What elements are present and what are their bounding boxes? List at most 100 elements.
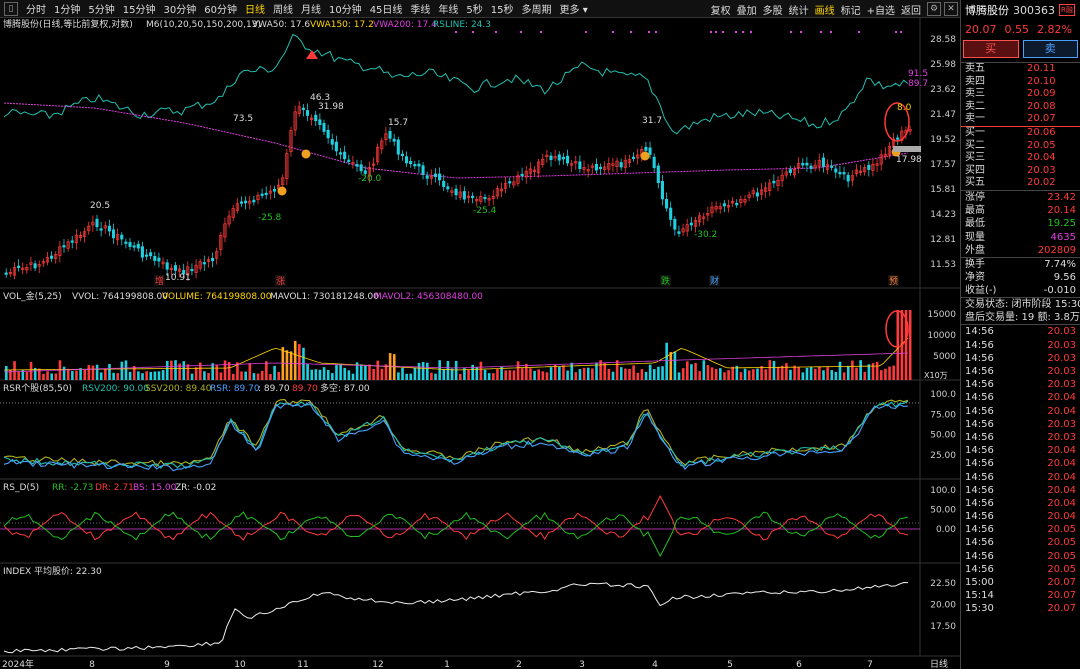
period-tab[interactable]: 1分钟 [50, 1, 84, 16]
candle [561, 156, 565, 160]
ask-row[interactable]: 卖五 20.11 [961, 63, 1080, 76]
volume-bar [71, 371, 74, 380]
tick-time: 14:56 [965, 458, 994, 470]
toolbar-action[interactable]: 画线 [812, 2, 838, 17]
ask-row[interactable]: 卖四 20.10 [961, 76, 1080, 89]
period-tab[interactable]: 30分钟 [159, 1, 200, 16]
stat-label: 净资 [965, 272, 985, 284]
candle [173, 265, 177, 271]
price-change: 0.55 [1004, 22, 1030, 36]
period-tab[interactable]: 日线 [241, 1, 269, 16]
candle [755, 192, 759, 197]
toolbar-action[interactable]: +自选 [864, 2, 898, 17]
price-annotation: 8.0 [897, 103, 912, 113]
period-tab[interactable]: 季线 [406, 1, 434, 16]
bid-row[interactable]: 买五 20.02 [961, 177, 1080, 190]
toolbar-action[interactable]: 复权 [708, 2, 734, 17]
period-tab[interactable]: 15秒 [487, 1, 518, 16]
volume-bar [496, 368, 499, 380]
period-tab[interactable]: 分时 [22, 1, 50, 16]
volume-bar [591, 368, 594, 380]
close-icon[interactable]: ✕ [944, 2, 958, 16]
stat-label: 最高 [965, 205, 985, 217]
volume-bar [529, 368, 532, 380]
volume-bar [149, 371, 153, 380]
bid-row[interactable]: 买四 20.03 [961, 165, 1080, 178]
period-tab[interactable]: 15分钟 [119, 1, 160, 16]
toolbar-action[interactable]: 叠加 [734, 2, 760, 17]
margin-flag: R融 [1059, 4, 1075, 16]
candle [239, 201, 244, 204]
stat-label: 涨停 [965, 191, 985, 203]
period-tab[interactable]: 10分钟 [325, 1, 366, 16]
bid-row[interactable]: 买一 20.06 [961, 127, 1080, 140]
tick-row: 14:56 20.04 [961, 484, 1080, 497]
volume-bar [397, 372, 400, 380]
period-tab[interactable]: 更多 ▾ [556, 1, 592, 16]
ask-row[interactable]: 卖二 20.08 [961, 101, 1080, 114]
tick-list[interactable]: 14:56 20.03 14:56 20.03 14:56 20.03 14:56 20.03… [961, 325, 1080, 615]
period-tab[interactable]: 年线 [434, 1, 462, 16]
volume-bar [75, 370, 78, 380]
trade-status: 交易状态: 闭市阶段 15:30 [965, 299, 1080, 311]
period-tab[interactable]: 5分钟 [84, 1, 118, 16]
tick-row: 14:56 20.04 [961, 444, 1080, 457]
stat-row: 外盘 202809 [961, 244, 1080, 257]
period-tab[interactable]: 周线 [269, 1, 297, 16]
settings-icon[interactable]: ⚙ [927, 2, 941, 16]
volume-bar [331, 373, 334, 380]
volume-bar [768, 360, 772, 380]
tick-time: 14:56 [965, 511, 994, 523]
period-tab[interactable]: 多周期 [518, 1, 556, 16]
tick-row: 14:56 20.03 [961, 431, 1080, 444]
period-tab[interactable]: 45日线 [366, 1, 407, 16]
tick-row: 14:56 20.05 [961, 563, 1080, 576]
volume-bar [727, 370, 730, 380]
period-tab[interactable]: 5秒 [462, 1, 486, 16]
volume-bar [252, 373, 256, 380]
volume-bar [421, 361, 425, 380]
tick-time: 15:14 [965, 590, 994, 602]
candle [396, 139, 400, 155]
volume-bar [619, 367, 623, 380]
buy-button[interactable]: 买 [963, 40, 1019, 58]
volume-bar [364, 365, 367, 380]
price-annotation: -20.0 [358, 174, 382, 184]
y-tick-label: 22.50 [930, 579, 956, 589]
candle [652, 156, 656, 169]
price-change-pct: 2.82% [1037, 22, 1072, 36]
y-tick-label: 25.98 [930, 60, 956, 70]
bid-label: 买一 [965, 126, 985, 138]
stat-value: 20.14 [1047, 205, 1076, 217]
volume-bar [219, 372, 223, 380]
rsline-series [3, 33, 909, 135]
sell-button[interactable]: 卖 [1022, 40, 1078, 58]
tick-price: 20.04 [1047, 458, 1076, 470]
bid-price: 20.04 [1027, 152, 1056, 164]
stat-row: 换手 7.74% [961, 258, 1080, 271]
ask-row[interactable]: 卖一 20.07 [961, 113, 1080, 126]
toolbar-action[interactable]: 返回 [898, 2, 924, 17]
toolbar-action[interactable]: 标记 [838, 2, 864, 17]
price-annotation: 10.91 [165, 273, 191, 283]
volume-bar [586, 367, 590, 380]
bid-row[interactable]: 买二 20.05 [961, 140, 1080, 153]
toolbar-action[interactable]: 多股 [760, 2, 786, 17]
volume-bar [855, 367, 858, 380]
menu-icon[interactable]: ▯ [4, 1, 18, 16]
volume-bar [652, 369, 656, 380]
y-tick-label: 17.57 [930, 160, 956, 170]
signal-marker-icon [640, 151, 650, 161]
tick-price: 20.05 [1047, 563, 1076, 575]
toolbar-action[interactable]: 统计 [786, 2, 812, 17]
tick-row: 14:56 20.03 [961, 418, 1080, 431]
bid-row[interactable]: 买三 20.04 [961, 152, 1080, 165]
kline-chart[interactable]: 博腾股份(日线,等比前复权,对数) M6(10,20,50,150,200,13… [0, 18, 960, 669]
candle [144, 254, 149, 257]
period-tab[interactable]: 月线 [297, 1, 325, 16]
volume-bar [174, 360, 177, 380]
volume-bar [190, 373, 194, 380]
candle [17, 265, 21, 268]
period-tab[interactable]: 60分钟 [200, 1, 241, 16]
ask-row[interactable]: 卖三 20.09 [961, 88, 1080, 101]
